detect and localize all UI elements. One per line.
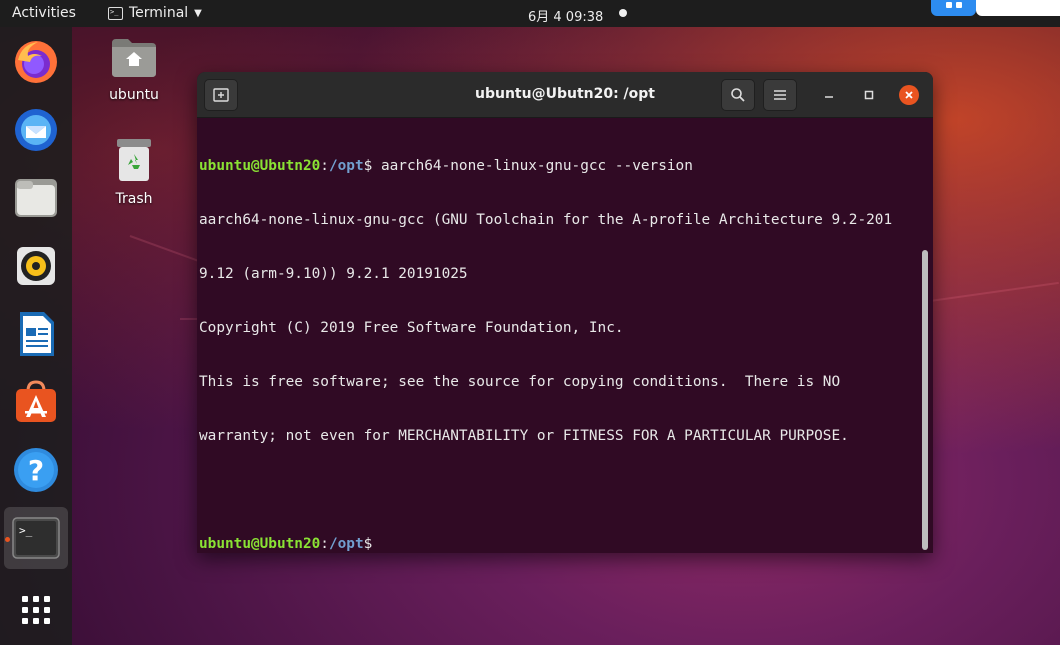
prompt-path: /opt xyxy=(328,158,364,174)
dock-writer[interactable] xyxy=(11,309,61,359)
clock[interactable]: 6月 4 09:38 xyxy=(528,6,603,25)
rhythmbox-icon xyxy=(17,247,55,285)
notification-dot-icon xyxy=(619,9,627,17)
command-text: aarch64-none-linux-gnu-gcc --version xyxy=(380,158,693,174)
svg-text:?: ? xyxy=(28,454,44,487)
window-headerbar: ubuntu@Ubutn20: /opt xyxy=(197,72,933,118)
dock-rhythmbox[interactable] xyxy=(11,241,61,291)
app-grid-icon xyxy=(22,596,50,624)
terminal-line-prompt: ubuntu@Ubutn20:/opt$ xyxy=(199,535,919,553)
terminal-output-line: 9.12 (arm-9.10)) 9.2.1 20191025 xyxy=(199,266,468,282)
writer-icon xyxy=(20,312,54,356)
maximize-icon xyxy=(864,90,874,100)
dock-files[interactable] xyxy=(11,173,61,223)
close-button[interactable] xyxy=(899,85,919,105)
home-folder-icon xyxy=(112,39,156,77)
desktop-trash[interactable]: Trash xyxy=(99,137,169,207)
prompt-separator: : xyxy=(320,536,329,552)
app-menu[interactable]: >_ Terminal ▼ xyxy=(108,5,202,21)
dock-ubuntu-software[interactable] xyxy=(11,377,61,427)
terminal-line-command: ubuntu@Ubutn20:/opt$ aarch64-none-linux-… xyxy=(199,157,919,175)
terminal-content[interactable]: ubuntu@Ubutn20:/opt$ aarch64-none-linux-… xyxy=(199,121,919,553)
search-icon xyxy=(731,88,745,102)
terminal-output-line: aarch64-none-linux-gnu-gcc (GNU Toolchai… xyxy=(199,212,893,228)
app-menu-label: Terminal xyxy=(129,5,189,21)
prompt-user: ubuntu@Ubutn20 xyxy=(199,158,321,174)
activities-button[interactable]: Activities xyxy=(12,5,76,21)
prompt-separator: : xyxy=(320,158,329,174)
firefox-icon xyxy=(15,41,57,83)
prompt-path: /opt xyxy=(328,536,364,552)
thunderbird-icon xyxy=(15,109,57,151)
dock-help[interactable]: ? xyxy=(11,445,61,495)
trash-icon xyxy=(117,139,151,181)
terminal-output-line: This is free software; see the source fo… xyxy=(199,374,841,390)
dock-firefox[interactable] xyxy=(11,37,61,87)
terminal-small-icon: >_ xyxy=(108,6,123,20)
terminal-window: ubuntu@Ubutn20: /opt ubuntu@Ubutn20:/opt… xyxy=(197,72,933,553)
svg-text:>_: >_ xyxy=(19,524,33,537)
terminal-scrollbar[interactable] xyxy=(922,250,928,550)
menu-button[interactable] xyxy=(763,79,797,111)
prompt-symbol: $ xyxy=(363,536,381,552)
terminal-output-line: warranty; not even for MERCHANTABILITY o… xyxy=(199,428,849,444)
tray-app-icon[interactable] xyxy=(931,0,976,16)
dock-thunderbird[interactable] xyxy=(11,105,61,155)
desktop-home-folder[interactable]: ubuntu xyxy=(99,35,169,103)
dock: ? >_ xyxy=(0,27,72,645)
maximize-button[interactable] xyxy=(859,85,879,105)
help-icon: ? xyxy=(14,448,58,492)
chevron-down-icon: ▼ xyxy=(194,7,202,19)
desktop-home-label: ubuntu xyxy=(109,87,159,103)
prompt-symbol: $ xyxy=(363,158,381,174)
dock-show-applications[interactable] xyxy=(11,585,61,635)
desktop-trash-label: Trash xyxy=(115,191,153,207)
hamburger-menu-icon xyxy=(774,90,786,100)
dock-terminal[interactable]: >_ xyxy=(4,507,68,569)
search-button[interactable] xyxy=(721,79,755,111)
prompt-user: ubuntu@Ubutn20 xyxy=(199,536,321,552)
minimize-button[interactable] xyxy=(819,85,839,105)
files-icon xyxy=(15,179,57,217)
top-bar: Activities >_ Terminal ▼ 6月 4 09:38 xyxy=(0,0,1060,27)
software-icon xyxy=(16,380,56,422)
terminal-output-line: Copyright (C) 2019 Free Software Foundat… xyxy=(199,320,624,336)
tray-app-panel[interactable] xyxy=(976,0,1060,16)
minimize-icon xyxy=(825,96,833,98)
running-indicator xyxy=(5,537,10,542)
terminal-icon: >_ xyxy=(12,517,60,559)
close-icon xyxy=(905,91,913,99)
